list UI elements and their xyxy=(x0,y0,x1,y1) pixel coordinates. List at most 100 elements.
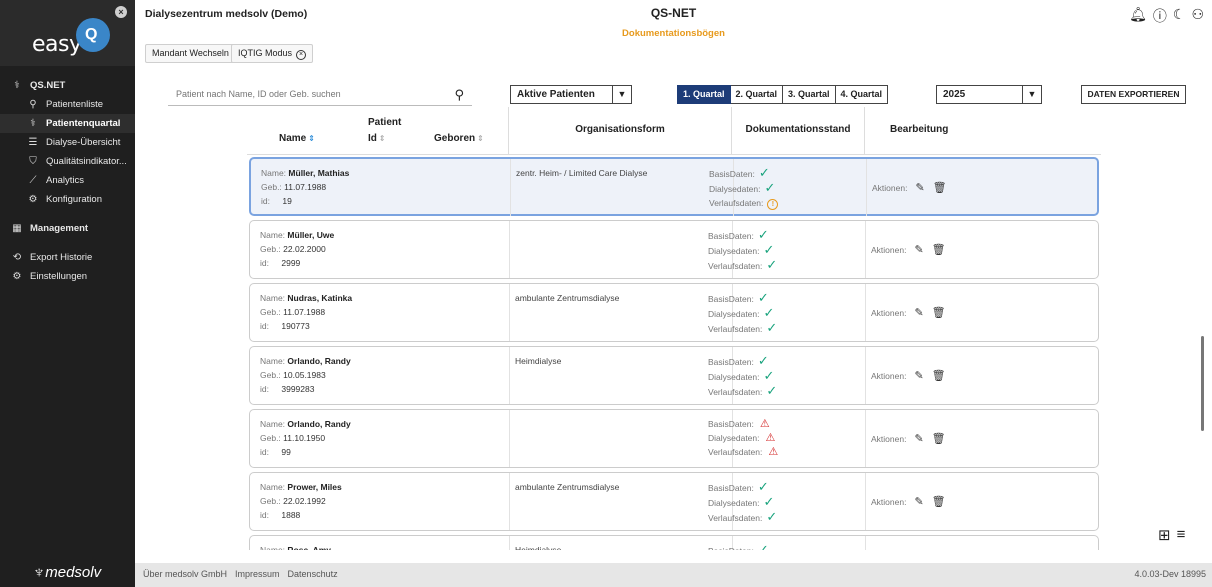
column-divider xyxy=(865,536,866,550)
sidebar-item-label: Management xyxy=(30,223,89,234)
medsolv-mark-icon: ♆ xyxy=(32,564,44,581)
edit-icon[interactable]: ✎ xyxy=(914,432,923,445)
warning-icon: ⚠ xyxy=(759,418,770,430)
tab-quarter-3[interactable]: 3. Quartal xyxy=(783,85,836,104)
column-divider xyxy=(509,410,510,467)
patient-info: Name: Müller, Uwe Geb.: 22.02.2000 id: 299… xyxy=(260,230,335,268)
search-input[interactable] xyxy=(168,84,438,104)
column-divider xyxy=(509,473,510,530)
close-icon[interactable]: × xyxy=(296,50,307,60)
nav-icon: ⟲ xyxy=(12,252,22,263)
edit-icon[interactable]: ✎ xyxy=(915,181,924,194)
patient-name: Orlando, Randy xyxy=(287,419,351,429)
scrollbar-thumb[interactable] xyxy=(1201,336,1204,431)
logo-text: easy xyxy=(32,32,82,57)
edit-icon[interactable]: ✎ xyxy=(914,495,923,508)
patient-id: 99 xyxy=(281,447,291,457)
footer-link-2[interactable]: Impressum xyxy=(235,569,280,579)
organisationsform-value: ambulante Zentrumsdialyse xyxy=(515,293,620,303)
trash-icon[interactable]: 🗑︎ xyxy=(932,432,946,445)
trash-icon[interactable]: 🗑︎ xyxy=(932,243,946,256)
trash-icon[interactable]: 🗑︎ xyxy=(932,495,946,508)
patient-filter-select[interactable]: Aktive Patienten ▼ xyxy=(510,85,632,104)
patient-id: 190773 xyxy=(281,321,310,331)
patient-birthdate: 11.07.1988 xyxy=(283,307,326,317)
footer-link-3[interactable]: Datenschutz xyxy=(288,569,338,579)
sidebar: easy × ⚕ QS.NET ⚲ Patientenliste ⚕ Patientenq… xyxy=(0,0,135,587)
user-icon[interactable]: ⚇ xyxy=(1191,6,1204,26)
column-divider xyxy=(509,284,510,341)
patient-birthdate: 22.02.2000 xyxy=(283,244,326,254)
column-header-id[interactable]: Id ⇕ xyxy=(368,133,386,144)
check-icon: ✓ xyxy=(763,368,775,383)
sidebar-item-patientenliste[interactable]: ⚲ Patientenliste xyxy=(0,95,135,114)
version-label: 4.0.03-Dev 18995 xyxy=(1134,569,1206,579)
moon-icon[interactable]: ☾ xyxy=(1173,6,1186,26)
sort-icon[interactable]: ⇕ xyxy=(379,134,386,143)
dokumentationsstand: BasisDaten: ✓ Dialysedaten: ✓ Verlaufsdaten:… xyxy=(709,166,779,210)
row-actions: Aktionen: ✎ 🗑︎ xyxy=(872,181,947,194)
table-row[interactable]: Name: Orlando, Randy Geb.: 11.10.1950 id: … xyxy=(249,409,1099,468)
table-row[interactable]: Name: Nudras, Katinka Geb.: 11.07.1988 id:… xyxy=(249,283,1099,342)
table-row[interactable]: Name: Müller, Uwe Geb.: 22.02.2000 id: 299… xyxy=(249,220,1099,279)
sort-icon[interactable]: ⇕ xyxy=(477,134,484,143)
edit-icon[interactable]: ✎ xyxy=(914,369,923,382)
sidebar-nav: ⚕ QS.NET ⚲ Patientenliste ⚕ Patientenquartal ☰… xyxy=(0,76,135,286)
patient-name: Prower, Miles xyxy=(287,482,342,492)
grid-view-icon[interactable]: ⊞ xyxy=(1158,526,1171,544)
sidebar-item-qualitätsindikator[interactable]: ⛉ Qualitätsindikator... xyxy=(0,152,135,171)
daten-exportieren-button[interactable]: DATEN EXPORTIEREN xyxy=(1081,85,1186,104)
row-actions: Aktionen: ✎ 🗑︎ xyxy=(871,306,946,319)
sidebar-item-konfiguration[interactable]: ⚙ Konfiguration xyxy=(0,190,135,209)
sidebar-item-dialyse-übersicht[interactable]: ☰ Dialyse-Übersicht xyxy=(0,133,135,152)
sidebar-item-management[interactable]: ▦ Management xyxy=(0,219,135,238)
list-view-icon[interactable]: ≡ xyxy=(1177,526,1186,544)
tab-quarter-2[interactable]: 2. Quartal xyxy=(730,85,784,104)
mandant-wechseln-button[interactable]: Mandant Wechseln xyxy=(145,44,236,63)
edit-icon[interactable]: ✎ xyxy=(914,243,923,256)
column-divider xyxy=(865,347,866,404)
iqtig-modus-button[interactable]: IQTIG Modus × xyxy=(231,44,314,63)
chevron-down-icon: ▼ xyxy=(612,86,631,103)
column-header-geboren[interactable]: Geboren ⇕ xyxy=(434,133,484,144)
patient-birthdate: 11.10.1950 xyxy=(283,433,326,443)
trash-icon[interactable]: 🗑︎ xyxy=(932,369,946,382)
tab-quarter-1[interactable]: 1. Quartal xyxy=(677,85,731,104)
column-divider xyxy=(865,410,866,467)
trash-icon[interactable]: 🗑︎ xyxy=(932,306,946,319)
tab-quarter-4[interactable]: 4. Quartal xyxy=(835,85,889,104)
sidebar-item-qs-net[interactable]: ⚕ QS.NET xyxy=(0,76,135,95)
table-row[interactable]: Name: Müller, Mathias Geb.: 11.07.1988 id:… xyxy=(249,157,1099,216)
trash-icon[interactable]: 🗑︎ xyxy=(933,181,947,194)
patient-id: 19 xyxy=(282,196,292,206)
patient-info: Name: Rose, AmyGeb.: id: xyxy=(260,543,331,550)
patient-table: Name ⇕ Patient Id ⇕ Geboren ⇕ Organisations… xyxy=(247,107,1101,550)
help-icon[interactable]: ⓘ xyxy=(1153,6,1167,26)
dokumentationsstand: BasisDaten: ✓ Dialysedaten: ✓ Verlaufsdaten:… xyxy=(708,227,778,272)
table-row[interactable]: Name: Prower, Miles Geb.: 22.02.1992 id: 1… xyxy=(249,472,1099,531)
sidebar-item-export-historie[interactable]: ⟲ Export Historie xyxy=(0,248,135,267)
patient-birthdate: 22.02.1992 xyxy=(283,496,326,506)
bell-icon[interactable]: 🔔︎ xyxy=(1129,6,1147,26)
patient-id: 2999 xyxy=(281,258,301,268)
row-actions: Aktionen: ✎ 🗑︎ xyxy=(871,243,946,256)
dokumentationsstand: BasisDaten: ⚠ Dialysedaten: ⚠ Verlaufsdaten:… xyxy=(708,418,779,458)
nav-icon: ▦ xyxy=(12,223,22,234)
table-row[interactable]: Name: Orlando, Randy Geb.: 10.05.1983 id: … xyxy=(249,346,1099,405)
nav-icon: ⚕ xyxy=(30,118,36,129)
nav-icon: ⚙ xyxy=(28,194,38,205)
table-row[interactable]: Name: Rose, AmyGeb.: id: Heimdialyse Basi… xyxy=(249,535,1099,550)
check-icon: ✓ xyxy=(757,227,769,242)
sidebar-item-einstellungen[interactable]: ⚙ Einstellungen xyxy=(0,267,135,286)
year-select[interactable]: 2025 ▼ xyxy=(936,85,1042,104)
footer-link-1[interactable]: Über medsolv GmbH xyxy=(143,569,227,579)
edit-icon[interactable]: ✎ xyxy=(914,306,923,319)
sort-icon[interactable]: ⇕ xyxy=(308,134,315,143)
sidebar-item-analytics[interactable]: ⟋ Analytics xyxy=(0,171,135,190)
search-icon[interactable]: ⚲ xyxy=(454,87,464,103)
close-icon[interactable]: × xyxy=(115,6,127,18)
sidebar-item-patientenquartal[interactable]: ⚕ Patientenquartal xyxy=(0,114,135,133)
column-header-name[interactable]: Name ⇕ xyxy=(279,133,315,144)
patient-id: 3999283 xyxy=(281,384,315,394)
